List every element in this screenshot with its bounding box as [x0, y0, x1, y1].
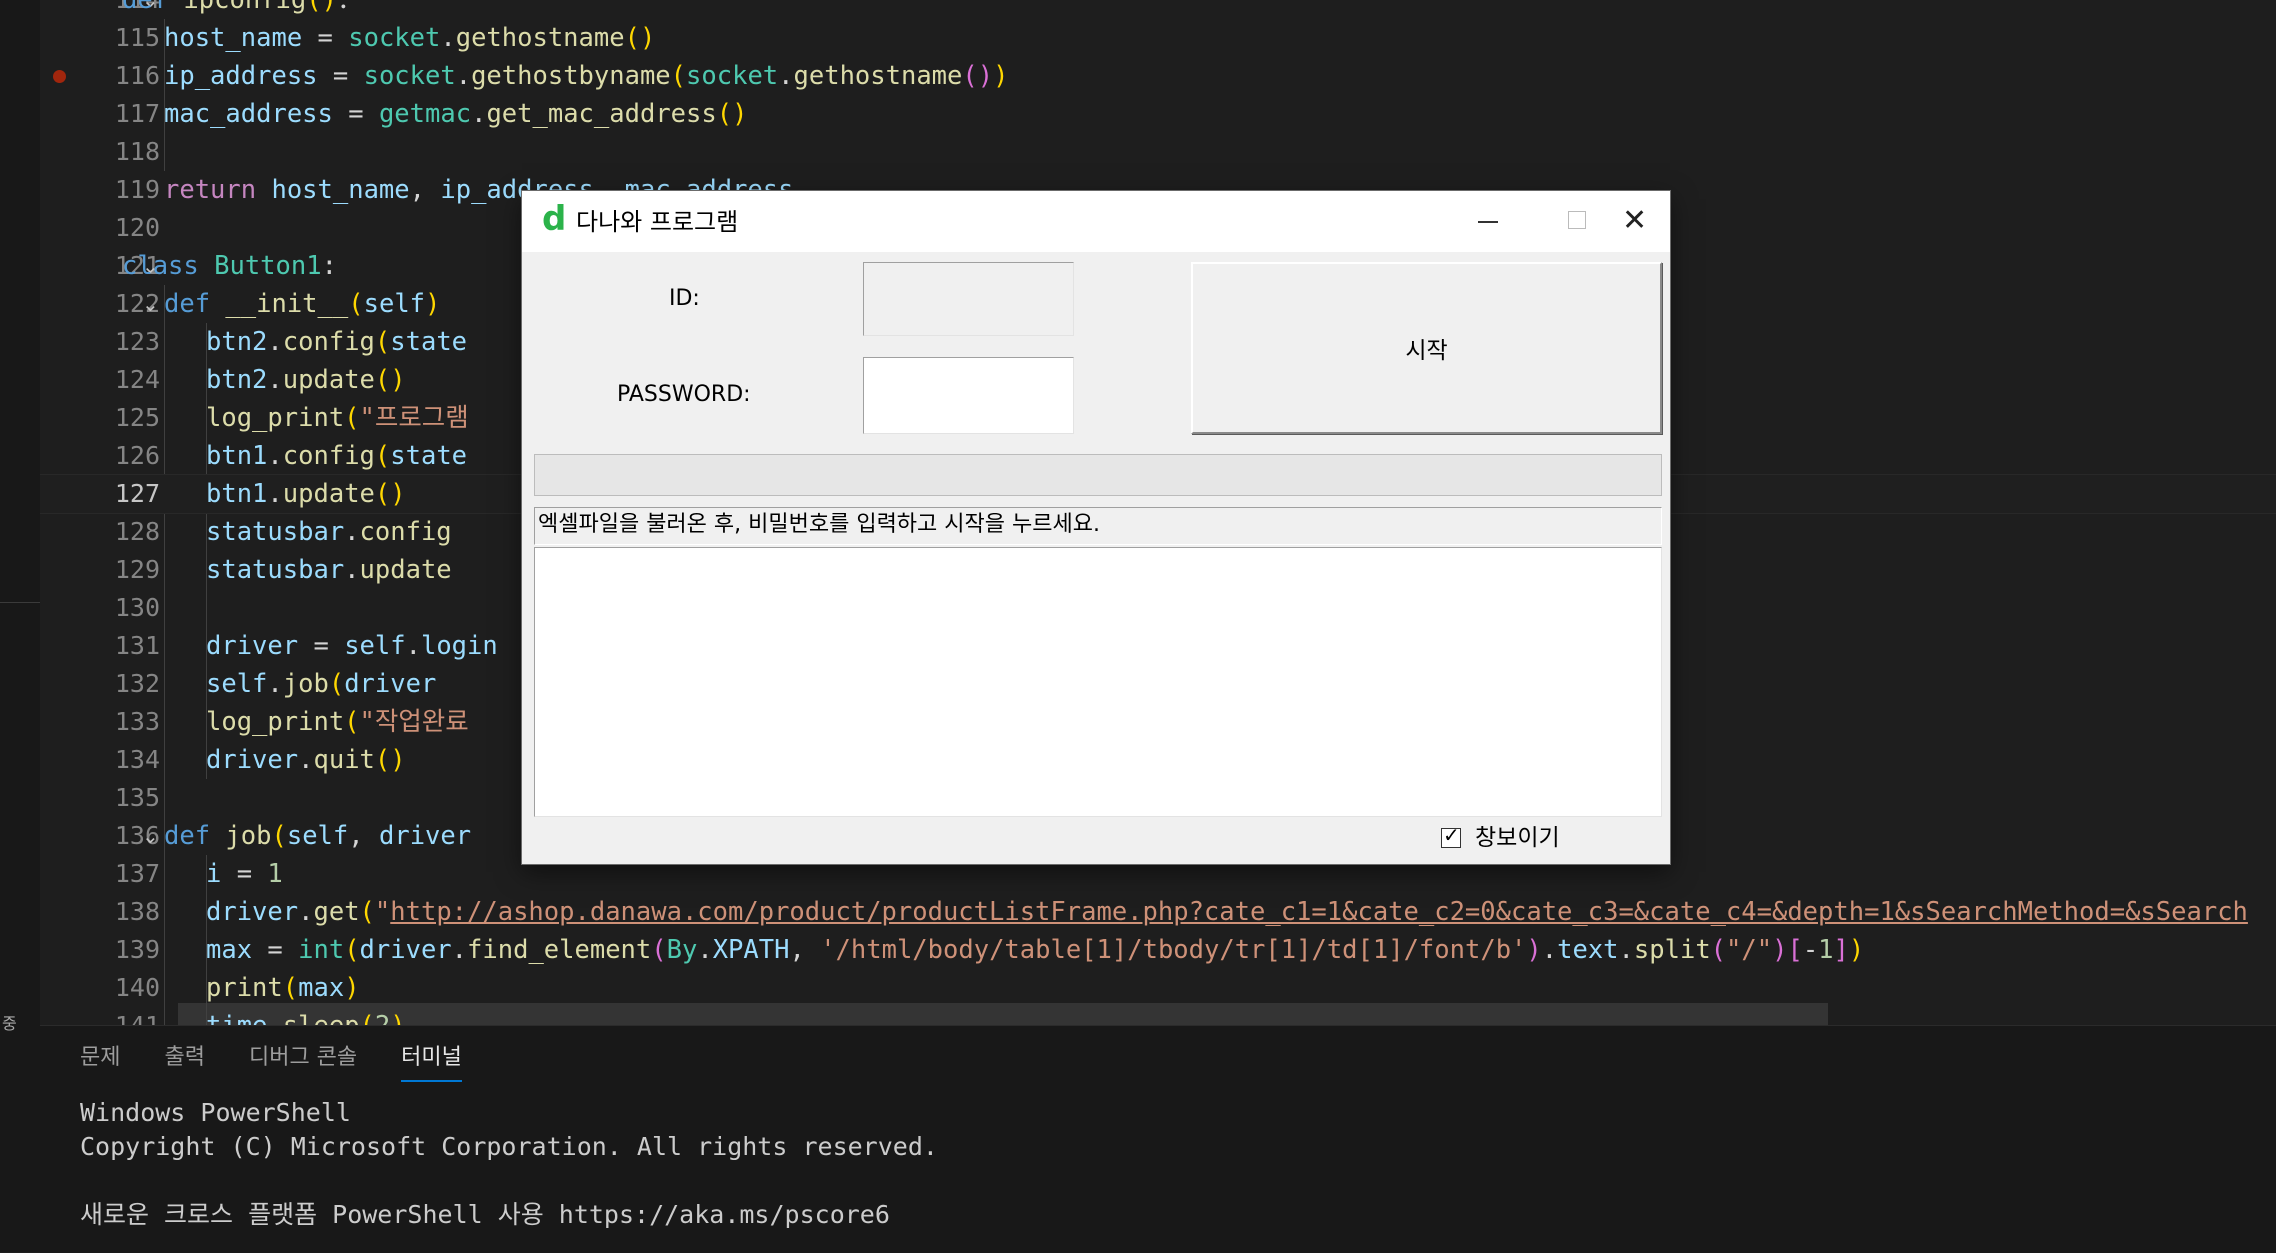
code-text: btn1.update()	[206, 479, 406, 509]
log-textbox[interactable]	[534, 547, 1662, 817]
code-text: time.sleep(2)	[206, 1007, 406, 1025]
code-text: driver.get("http://ashop.danawa.com/prod…	[206, 897, 2248, 927]
line-number: 127	[114, 479, 160, 508]
line-number: 141	[70, 1007, 160, 1025]
code-text: log_print("프로그램	[206, 403, 469, 433]
activity-separator	[0, 602, 40, 603]
code-line[interactable]: 116 ip_address = socket.gethostbyname(soc…	[40, 57, 2276, 95]
progress-bar	[534, 454, 1662, 496]
code-line[interactable]: 139 max = int(driver.find_element(By.XPAT…	[40, 931, 2276, 969]
activity-status-char: 중	[2, 1014, 17, 1033]
terminal-line: 새로운 크로스 플랫폼 PowerShell 사용 https://aka.ms…	[80, 1200, 890, 1229]
code-text: ip_address = socket.gethostbyname(socket…	[164, 61, 1009, 91]
show-window-checkbox[interactable]: ✓	[1441, 823, 1461, 848]
code-line[interactable]: 118	[40, 133, 2276, 171]
tab-problems[interactable]: 문제	[80, 1040, 120, 1080]
line-number: 128	[114, 517, 160, 546]
line-number: 120	[114, 213, 160, 242]
line-number: 140	[114, 973, 160, 1002]
danawa-logo-icon: d	[542, 199, 567, 239]
code-text: i = 1	[206, 859, 283, 889]
code-line[interactable]: 141 time.sleep(2)	[40, 1007, 2276, 1025]
code-text: statusbar.update	[206, 555, 452, 585]
password-input[interactable]	[863, 357, 1074, 434]
minimize-button[interactable]	[1441, 191, 1531, 252]
line-number: 115	[114, 23, 160, 52]
bottom-panel: 문제 출력 디버그 콘솔 터미널 Windows PowerShell Copyrigh…	[40, 1025, 2276, 1253]
code-text: print(max)	[206, 973, 360, 1003]
terminal-line: Windows PowerShell	[80, 1098, 351, 1127]
line-number: 117	[114, 99, 160, 128]
code-text: log_print("작업완료	[206, 707, 469, 737]
line-number: 134	[114, 745, 160, 774]
window-titlebar[interactable]: d 다나와 프로그램 ✕	[522, 191, 1670, 252]
line-number: 137	[114, 859, 160, 888]
line-number: 129	[114, 555, 160, 584]
code-text: driver.quit()	[206, 745, 406, 775]
code-line[interactable]: 117 mac_address = getmac.get_mac_address(…	[40, 95, 2276, 133]
line-number: 131	[114, 631, 160, 660]
fold-chevron-icon[interactable]: ⌄	[142, 817, 159, 855]
code-text: def ipconfig()：	[122, 0, 363, 15]
tab-debug-console[interactable]: 디버그 콘솔	[249, 1040, 357, 1080]
code-text: max = int(driver.find_element(By.XPATH, …	[206, 935, 1865, 965]
code-text: def __init__(self)	[164, 289, 441, 319]
status-bar: 엑셀파일을 불러온 후, 비밀번호를 입력하고 시작을 누르세요.	[534, 507, 1662, 545]
code-text: btn1.config(state	[206, 441, 468, 471]
activity-bar: 중	[0, 0, 41, 1252]
code-text: def job(self, driver	[164, 821, 472, 851]
terminal-line: Copyright (C) Microsoft Corporation. All…	[80, 1132, 938, 1161]
code-text: mac_address = getmac.get_mac_address()	[164, 99, 748, 129]
code-line[interactable]: 115 host_name = socket.gethostname()	[40, 19, 2276, 57]
id-label: ID:	[669, 286, 700, 311]
line-number: 139	[114, 935, 160, 964]
id-input[interactable]	[863, 262, 1074, 336]
breakpoint-icon[interactable]	[53, 70, 66, 83]
panel-tabs: 문제 출력 디버그 콘솔 터미널	[80, 1040, 506, 1082]
code-line[interactable]: 138 driver.get("http://ashop.danawa.com/p…	[40, 893, 2276, 931]
line-number: 138	[114, 897, 160, 926]
code-text: btn2.config(state	[206, 327, 468, 357]
code-text: statusbar.config	[206, 517, 452, 547]
line-number: 124	[114, 365, 160, 394]
maximize-icon	[1568, 211, 1586, 229]
show-window-label[interactable]: 창보이기	[1475, 823, 1560, 853]
code-text: btn2.update()	[206, 365, 406, 395]
line-number: 126	[114, 441, 160, 470]
code-line[interactable]: 114⌄def ipconfig()：	[40, 0, 2276, 19]
line-number: 123	[114, 327, 160, 356]
code-text: driver = self.login	[206, 631, 498, 661]
minimize-icon	[1478, 221, 1498, 223]
terminal-output[interactable]: Windows PowerShell Copyright (C) Microsof…	[80, 1096, 938, 1232]
start-button-label: 시작	[1405, 338, 1448, 364]
line-number: 133	[114, 707, 160, 736]
password-label: PASSWORD:	[617, 382, 751, 407]
code-text: class Button1:	[122, 251, 337, 281]
code-text: host_name = socket.gethostname()	[164, 23, 656, 53]
close-button[interactable]: ✕	[1602, 191, 1670, 252]
line-number: 116	[114, 61, 160, 90]
line-number: 135	[114, 783, 160, 812]
line-number: 125	[114, 403, 160, 432]
line-number: 132	[114, 669, 160, 698]
code-line[interactable]: 140 print(max)	[40, 969, 2276, 1007]
tab-output[interactable]: 출력	[164, 1040, 204, 1080]
close-icon: ✕	[1622, 203, 1648, 238]
line-number: 118	[114, 137, 160, 166]
window-title: 다나와 프로그램	[576, 208, 739, 236]
line-number: 119	[114, 175, 160, 204]
danawa-app-window: d 다나와 프로그램 ✕ ID: PASSWORD: 시작 엑셀파일을 불러온 …	[522, 191, 1670, 864]
line-number: 130	[114, 593, 160, 622]
start-button[interactable]: 시작	[1191, 262, 1662, 434]
fold-chevron-icon[interactable]: ⌄	[142, 285, 159, 323]
code-text: self.job(driver	[206, 669, 437, 699]
checkmark-icon: ✓	[1443, 823, 1460, 847]
tab-terminal[interactable]: 터미널	[401, 1040, 462, 1082]
